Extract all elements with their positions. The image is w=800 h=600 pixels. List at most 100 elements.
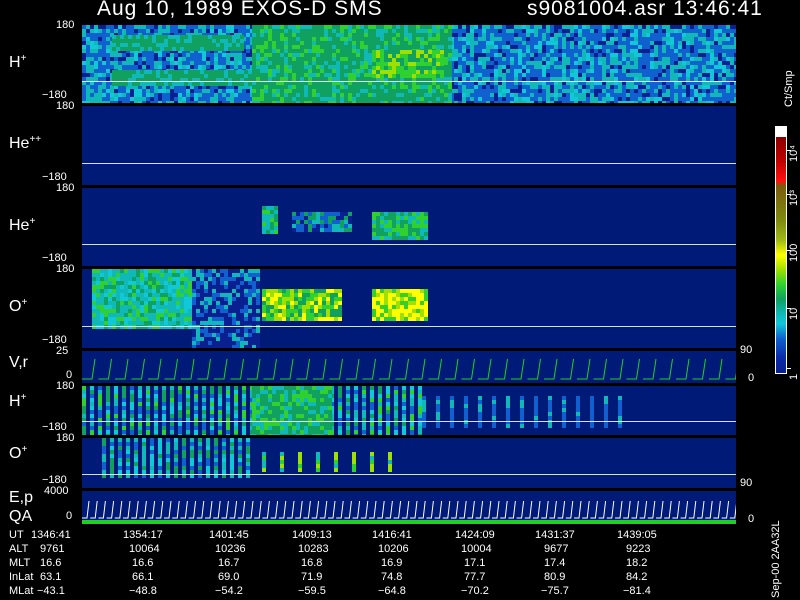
panel-spectrogram — [82, 25, 736, 103]
species-label: H+ — [9, 53, 27, 71]
panel-spectrogram — [82, 358, 736, 380]
zero-pitch-line — [82, 474, 736, 475]
ephemeris-value: 9761 — [40, 543, 65, 555]
ephemeris-value: 84.2 — [626, 571, 648, 583]
panel-spectrogram — [102, 438, 392, 478]
panel-he--1 — [82, 106, 736, 185]
y-min-tick: 0 — [66, 510, 73, 522]
color-scale-tick-label: 100 — [788, 243, 800, 262]
ephemeris-value: −64.8 — [378, 585, 406, 597]
ephemeris-value: 10283 — [298, 543, 329, 555]
ephemeris-value: −54.2 — [215, 585, 243, 597]
ephemeris-value: 10236 — [215, 543, 246, 555]
species-label: E,p — [9, 489, 34, 506]
ephemeris-value: 18.2 — [626, 557, 648, 569]
zero-pitch-line — [82, 326, 736, 327]
ephemeris-value: 74.8 — [381, 571, 403, 583]
ephemeris-key: InLat — [9, 571, 34, 583]
qa-flag-bar — [82, 520, 736, 524]
ephemeris-value: 1409:13 — [292, 529, 332, 541]
plot-title: Aug 10, 1989 EXOS-D SMS — [97, 0, 383, 20]
ephemeris-value: 16.6 — [132, 557, 154, 569]
ephemeris-value: 71.9 — [301, 571, 323, 583]
panel-spectrogram — [262, 206, 428, 240]
color-scale-tick-label: 10⁴ — [788, 145, 800, 162]
ephemeris-value: 10004 — [461, 543, 492, 555]
ephemeris-value: −48.8 — [129, 585, 157, 597]
panel-he--2 — [82, 188, 736, 266]
right-axis-tick: 0 — [748, 513, 755, 525]
color-scale-tick-label: 10³ — [788, 190, 800, 206]
panel-o-lower--6 — [82, 438, 736, 488]
right-axis-tick: 90 — [740, 344, 753, 356]
ephemeris-key: ALT — [9, 543, 29, 555]
orbit-label: Sep-00 2AA32L — [770, 520, 782, 598]
ephemeris-value: 80.9 — [544, 571, 566, 583]
ephemeris-value: 10206 — [378, 543, 409, 555]
color-scale-tick — [786, 308, 791, 309]
color-scale-unit: Ct/Smp — [783, 70, 795, 107]
y-max-tick: 180 — [56, 380, 75, 392]
zero-pitch-line — [82, 81, 736, 82]
ephemeris-key: MLT — [9, 557, 31, 569]
ephemeris-row-mlat: MLat −43.1 −48.8 −54.2 −59.5 −64.8 −70.2 −75.7 −… — [0, 585, 760, 599]
ephemeris-value: −59.5 — [298, 585, 326, 597]
ephemeris-value: 63.1 — [40, 571, 62, 583]
ephemeris-value: 66.1 — [132, 571, 154, 583]
ephemeris-value: 17.1 — [464, 557, 486, 569]
ephemeris-value: 16.9 — [381, 557, 403, 569]
ephemeris-value: 1439:05 — [617, 529, 657, 541]
ephemeris-value: 9677 — [544, 543, 569, 555]
ephemeris-value: 16.7 — [218, 557, 240, 569]
y-max-tick: 180 — [56, 19, 75, 31]
y-max-tick: 25 — [56, 345, 69, 357]
ephemeris-key: UT — [9, 529, 24, 541]
color-scale-tick — [786, 250, 791, 251]
right-axis-tick: 0 — [748, 372, 755, 384]
y-max-tick: 180 — [56, 182, 75, 194]
ephemeris-value: 1346:41 — [31, 529, 71, 541]
color-scale-tick-label: 10 — [788, 307, 800, 320]
panel-v-r-4 — [82, 351, 736, 383]
ephemeris-value: 9223 — [626, 543, 651, 555]
zero-pitch-line — [82, 421, 736, 422]
ephemeris-value: 69.0 — [218, 571, 240, 583]
zero-pitch-line — [82, 244, 736, 245]
color-scale-tick-label: 1 — [788, 373, 800, 380]
color-scale-tick — [786, 194, 791, 195]
species-label: H+ — [9, 392, 27, 410]
ephemeris-value: −70.2 — [461, 585, 489, 597]
y-max-tick: 180 — [56, 100, 75, 112]
ephemeris-value: −43.1 — [37, 585, 65, 597]
ephemeris-row-mlt: MLT 16.6 16.6 16.7 16.8 16.9 17.1 17.4 18.2 — [0, 557, 760, 571]
y-max-tick: 180 — [56, 263, 75, 275]
ephemeris-value: 10064 — [129, 543, 160, 555]
ephemeris-value: 1424:09 — [455, 529, 495, 541]
ephemeris-value: 1431:37 — [535, 529, 575, 541]
ephemeris-value: −75.7 — [541, 585, 569, 597]
zero-pitch-line — [82, 163, 736, 164]
panel-spectrogram — [82, 386, 622, 435]
ephemeris-value: 16.8 — [301, 557, 323, 569]
file-timestamp-label: s9081004.asr 13:46:41 — [527, 0, 763, 20]
panel-spectrogram — [82, 106, 736, 185]
panel-h-lower--5 — [82, 386, 736, 435]
species-label: O+ — [9, 297, 28, 315]
panel-spectrogram — [92, 269, 428, 348]
ephemeris-value: 17.4 — [544, 557, 566, 569]
qa-label: QA — [9, 508, 33, 525]
species-label: He++ — [9, 134, 42, 152]
y-max-tick: 4000 — [44, 485, 69, 497]
color-scale-tick — [786, 150, 791, 151]
color-scale-tick — [786, 368, 791, 369]
species-label: O+ — [9, 444, 28, 462]
ephemeris-value: 16.6 — [40, 557, 62, 569]
panel-o--3 — [82, 269, 736, 348]
ephemeris-key: MLat — [9, 585, 34, 597]
ephemeris-value: 1416:41 — [372, 529, 412, 541]
species-label: V,r — [9, 354, 28, 371]
ephemeris-value: 77.7 — [464, 571, 486, 583]
ephemeris-value: 1354:17 — [123, 529, 163, 541]
ephemeris-value: 1401:45 — [209, 529, 249, 541]
panel-h--0 — [82, 25, 736, 103]
